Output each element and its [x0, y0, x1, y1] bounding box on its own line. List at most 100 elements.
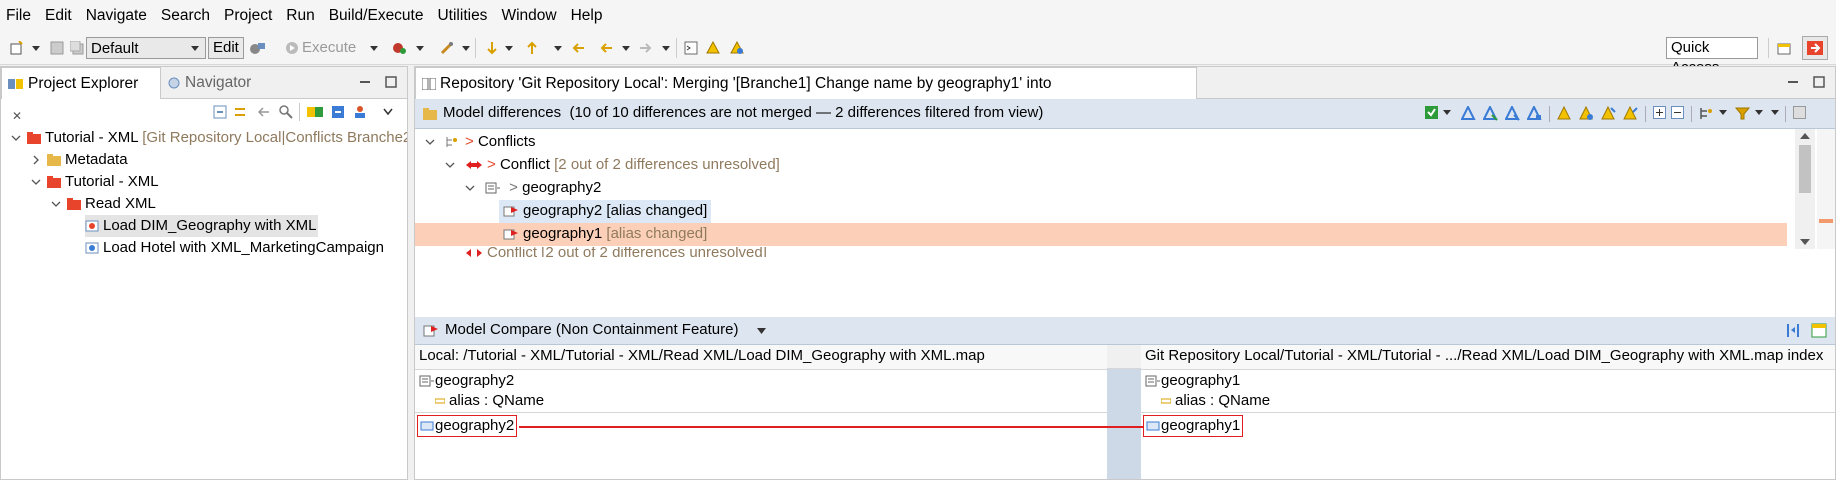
tab-merge-editor[interactable]: Repository 'Git Repository Local': Mergi… — [415, 67, 1197, 124]
save-icon[interactable] — [50, 41, 64, 55]
next-annotation-dropdown-icon[interactable] — [505, 46, 513, 51]
view-menu-icon[interactable] — [383, 108, 393, 116]
maximize-icon[interactable] — [385, 76, 397, 88]
save-diff-icon[interactable] — [1793, 106, 1806, 119]
right-value-geography1[interactable]: geography1 — [1143, 415, 1244, 437]
execute-label[interactable]: Execute — [302, 39, 356, 56]
expand-all-icon[interactable] — [1653, 106, 1666, 119]
run-dropdown-icon[interactable] — [416, 46, 424, 51]
tree-node-conflicts[interactable]: > Conflicts — [425, 131, 535, 153]
menu-window[interactable]: Window — [494, 0, 563, 32]
reject-all-icon[interactable] — [1483, 106, 1498, 121]
scroll-down-icon[interactable] — [1800, 239, 1810, 245]
refresh-icon[interactable] — [331, 105, 345, 119]
tree-node-root[interactable]: Tutorial - XML [Git Repository Local|Con… — [9, 127, 407, 149]
right-node-alias[interactable]: alias : QName — [1161, 391, 1270, 411]
group-dropdown-icon[interactable] — [1719, 110, 1727, 116]
diff-row-geography2[interactable]: geography2 [alias changed] — [499, 200, 711, 223]
layout-icon[interactable] — [1811, 323, 1827, 338]
accept-dropdown-icon[interactable] — [1443, 110, 1451, 116]
tab-project-explorer[interactable]: Project Explorer ✕ — [1, 67, 161, 123]
run-icon[interactable] — [392, 41, 406, 55]
filter-icon[interactable] — [307, 105, 323, 119]
menu-navigate[interactable]: Navigate — [79, 0, 154, 32]
perspective-switch-button[interactable] — [1802, 36, 1828, 60]
next-diff-icon[interactable] — [1557, 106, 1572, 121]
tree-node-read-xml[interactable]: Read XML — [49, 193, 156, 215]
tree-node-conflict[interactable]: > Conflict [2 out of 2 differences unres… — [445, 154, 780, 176]
tree-node-metadata[interactable]: Metadata — [29, 149, 128, 171]
tree-node-geography2-group[interactable]: > geography2 — [465, 177, 601, 199]
menu-file[interactable]: File — [0, 0, 38, 32]
scrollbar-thumb[interactable] — [1799, 145, 1811, 193]
next-conflict-icon[interactable] — [1601, 106, 1616, 121]
scroll-up-icon[interactable] — [1800, 133, 1810, 139]
warning-search-icon[interactable] — [706, 41, 720, 55]
model-compare-title[interactable]: Model Compare (Non Containment Feature) — [445, 321, 738, 338]
compare-dropdown-icon[interactable] — [757, 328, 766, 334]
perspective-combo[interactable]: Default — [86, 37, 206, 59]
prev-diff-icon[interactable] — [1579, 106, 1594, 121]
last-edit-icon[interactable] — [572, 41, 586, 55]
maximize-icon[interactable] — [1813, 76, 1825, 88]
menu-utilities[interactable]: Utilities — [430, 0, 494, 32]
menu-search[interactable]: Search — [154, 0, 217, 32]
tab-navigator[interactable]: Navigator — [161, 67, 257, 99]
back-dropdown-icon[interactable] — [622, 46, 630, 51]
differences-scrollbar[interactable] — [1795, 129, 1815, 249]
open-console-icon[interactable] — [684, 41, 698, 55]
accept-changes-icon[interactable] — [1425, 106, 1438, 119]
next-annotation-icon[interactable] — [485, 41, 499, 55]
prev-conflict-icon[interactable] — [1623, 106, 1638, 121]
collapse-all-icon[interactable] — [1671, 106, 1684, 119]
execute-dropdown-icon[interactable] — [370, 46, 378, 51]
task-icon[interactable] — [730, 41, 744, 55]
quick-access-field[interactable]: Quick Access — [1666, 37, 1758, 76]
left-node-geography2[interactable]: geography2 — [419, 371, 514, 391]
back-icon[interactable] — [600, 41, 614, 55]
diff-row-geography1[interactable]: geography1 [alias changed] — [415, 223, 1787, 246]
menu-run[interactable]: Run — [279, 0, 321, 32]
tool-dropdown-icon[interactable] — [462, 46, 470, 51]
view-menu-icon[interactable] — [1771, 110, 1779, 116]
save-all-icon[interactable] — [70, 41, 84, 55]
prev-annotation-dropdown-icon[interactable] — [554, 46, 562, 51]
menu-help[interactable]: Help — [564, 0, 610, 32]
back-nav-icon[interactable] — [257, 105, 271, 119]
filter-diff-icon[interactable] — [1735, 106, 1750, 121]
execute-icon[interactable] — [285, 41, 299, 55]
tool-icon[interactable] — [440, 41, 454, 55]
right-node-geography1[interactable]: geography1 — [1145, 371, 1240, 391]
edit-button[interactable]: Edit — [208, 37, 244, 59]
user-filter-icon[interactable] — [353, 105, 367, 119]
accept-all-icon[interactable] — [1461, 106, 1476, 121]
merge-right-icon[interactable] — [1505, 106, 1520, 121]
left-value-geography2[interactable]: geography2 — [417, 415, 518, 437]
prev-annotation-icon[interactable] — [525, 41, 539, 55]
link-editor-icon[interactable] — [233, 105, 247, 119]
menu-edit[interactable]: Edit — [38, 0, 79, 32]
find-icon[interactable] — [279, 105, 293, 119]
minimize-icon[interactable] — [359, 76, 371, 88]
tree-node-tutorial-xml[interactable]: Tutorial - XML — [29, 171, 159, 193]
forward-dropdown-icon[interactable] — [662, 46, 670, 51]
filter-dropdown-icon[interactable] — [1755, 110, 1763, 116]
left-node-alias[interactable]: alias : QName — [435, 391, 544, 411]
new-dropdown-icon[interactable] — [32, 46, 40, 51]
preferences-icon[interactable] — [248, 41, 266, 55]
tree-node-conflict-partial[interactable]: Conflict [2 out of 2 differences unresol… — [445, 247, 767, 257]
merge-left-icon[interactable] — [1527, 106, 1542, 121]
tree-node-load-dim-geography[interactable]: Load DIM_Geography with XML — [85, 215, 319, 237]
forward-icon[interactable] — [638, 41, 652, 55]
collapse-all-icon[interactable] — [213, 105, 227, 119]
menu-build-execute[interactable]: Build/Execute — [322, 0, 431, 32]
minimize-icon[interactable] — [1787, 76, 1799, 88]
tree-node-load-hotel[interactable]: Load Hotel with XML_MarketingCampaign — [85, 237, 384, 259]
model-compare-icon — [423, 325, 438, 337]
overview-marker[interactable] — [1819, 219, 1833, 223]
swap-sides-icon[interactable] — [1785, 323, 1801, 338]
open-perspective-icon[interactable] — [1777, 41, 1791, 55]
new-icon[interactable] — [10, 41, 24, 55]
menu-project[interactable]: Project — [217, 0, 279, 32]
group-by-icon[interactable] — [1699, 106, 1714, 121]
